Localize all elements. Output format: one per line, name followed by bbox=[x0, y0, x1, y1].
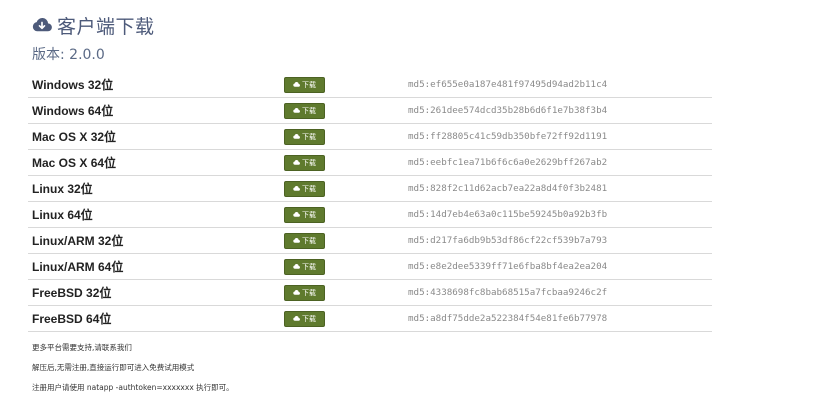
cloud-download-icon bbox=[293, 186, 300, 191]
version-label: 版本: 2.0.0 bbox=[32, 47, 105, 63]
download-row: Linux/ARM 64位 下载 md5:e8e2dee5339ff71e6fba8… bbox=[28, 254, 712, 280]
cloud-download-icon bbox=[293, 264, 300, 269]
platform-label: Windows 32位 bbox=[32, 78, 114, 92]
download-button[interactable]: 下载 bbox=[284, 206, 325, 223]
download-button[interactable]: 下载 bbox=[284, 180, 325, 197]
note-line: 解压后,无需注册,直接运行即可进入免费试用模式 bbox=[32, 363, 195, 372]
md5-checksum: md5:e8e2dee5339ff71e6fba8bf4ea2ea204 bbox=[408, 261, 608, 272]
platform-label: Linux 64位 bbox=[32, 208, 93, 222]
note-line: 更多平台需要支持,请联系我们 bbox=[32, 343, 132, 352]
cloud-download-icon bbox=[293, 316, 300, 321]
download-row: FreeBSD 64位 下载 md5:a8df75dde2a522384f54e81… bbox=[28, 306, 712, 332]
platform-label: Linux/ARM 32位 bbox=[32, 234, 124, 248]
download-row: Windows 32位 下载 md5:ef655e0a187e481f97495d9… bbox=[28, 72, 712, 98]
platform-label: Linux/ARM 64位 bbox=[32, 260, 124, 274]
md5-checksum: md5:4338698fc8bab68515a7fcbaa9246c2f bbox=[408, 287, 608, 298]
md5-checksum: md5:ff28805c41c59db350bfe72ff92d1191 bbox=[408, 131, 608, 142]
download-button[interactable]: 下载 bbox=[284, 284, 325, 301]
download-button[interactable]: 下载 bbox=[284, 258, 325, 275]
download-button[interactable]: 下载 bbox=[284, 232, 325, 249]
md5-checksum: md5:eebfc1ea71b6f6c6a0e2629bff267ab2 bbox=[408, 157, 608, 168]
download-row: Linux 32位 下载 md5:828f2c11d62acb7ea22a8d4f0… bbox=[28, 176, 712, 202]
cloud-download-icon bbox=[293, 82, 300, 87]
download-row: Linux 64位 下载 md5:14d7eb4e63a0c115be59245b0… bbox=[28, 202, 712, 228]
notes: 更多平台需要支持,请联系我们解压后,无需注册,直接运行即可进入免费试用模式注册用… bbox=[32, 338, 234, 398]
cloud-download-icon bbox=[293, 160, 300, 165]
download-button-label: 下载 bbox=[302, 314, 316, 323]
md5-checksum: md5:261dee574dcd35b28b6d6f1e7b38f3b4 bbox=[408, 105, 608, 116]
download-button-label: 下载 bbox=[302, 158, 316, 167]
download-button-label: 下载 bbox=[302, 262, 316, 271]
page-title: 客户端下载 bbox=[57, 15, 155, 38]
download-button-label: 下载 bbox=[302, 210, 316, 219]
cloud-download-icon bbox=[32, 17, 52, 32]
md5-checksum: md5:a8df75dde2a522384f54e81fe6b77978 bbox=[408, 313, 608, 324]
download-button[interactable]: 下载 bbox=[284, 154, 325, 171]
platform-label: Linux 32位 bbox=[32, 182, 93, 196]
cloud-download-icon bbox=[293, 108, 300, 113]
platform-label: FreeBSD 64位 bbox=[32, 312, 112, 326]
download-row: Mac OS X 32位 下载 md5:ff28805c41c59db350bfe7… bbox=[28, 124, 712, 150]
download-table: Windows 32位 下载 md5:ef655e0a187e481f97495d9… bbox=[28, 72, 712, 332]
download-page: 客户端下载 版本: 2.0.0 Windows 32位 下载 md5:ef655e0… bbox=[0, 0, 816, 401]
platform-label: Windows 64位 bbox=[32, 104, 114, 118]
download-button-label: 下载 bbox=[302, 132, 316, 141]
md5-checksum: md5:828f2c11d62acb7ea22a8d4f0f3b2481 bbox=[408, 183, 608, 194]
cloud-download-icon bbox=[293, 238, 300, 243]
platform-label: Mac OS X 32位 bbox=[32, 130, 117, 144]
md5-checksum: md5:d217fa6db9b53df86cf22cf539b7a793 bbox=[408, 235, 608, 246]
download-row: Windows 64位 下载 md5:261dee574dcd35b28b6d6f1… bbox=[28, 98, 712, 124]
platform-label: Mac OS X 64位 bbox=[32, 156, 117, 170]
platform-label: FreeBSD 32位 bbox=[32, 286, 112, 300]
download-button[interactable]: 下载 bbox=[284, 102, 325, 119]
download-button-label: 下载 bbox=[302, 184, 316, 193]
download-button-label: 下载 bbox=[302, 236, 316, 245]
page-header: 客户端下载 bbox=[32, 12, 155, 38]
md5-checksum: md5:14d7eb4e63a0c115be59245b0a92b3fb bbox=[408, 209, 608, 220]
download-row: FreeBSD 32位 下载 md5:4338698fc8bab68515a7fcb… bbox=[28, 280, 712, 306]
download-button[interactable]: 下载 bbox=[284, 76, 325, 93]
download-button-label: 下载 bbox=[302, 80, 316, 89]
download-button[interactable]: 下载 bbox=[284, 310, 325, 327]
cloud-download-icon bbox=[293, 290, 300, 295]
download-row: Mac OS X 64位 下载 md5:eebfc1ea71b6f6c6a0e262… bbox=[28, 150, 712, 176]
cloud-download-icon bbox=[293, 134, 300, 139]
cloud-download-icon bbox=[293, 212, 300, 217]
download-button[interactable]: 下载 bbox=[284, 128, 325, 145]
download-row: Linux/ARM 32位 下载 md5:d217fa6db9b53df86cf22… bbox=[28, 228, 712, 254]
note-line: 注册用户请使用 natapp -authtoken=xxxxxxx 执行即可。 bbox=[32, 383, 234, 392]
download-button-label: 下载 bbox=[302, 106, 316, 115]
download-button-label: 下载 bbox=[302, 288, 316, 297]
md5-checksum: md5:ef655e0a187e481f97495d94ad2b11c4 bbox=[408, 79, 608, 90]
